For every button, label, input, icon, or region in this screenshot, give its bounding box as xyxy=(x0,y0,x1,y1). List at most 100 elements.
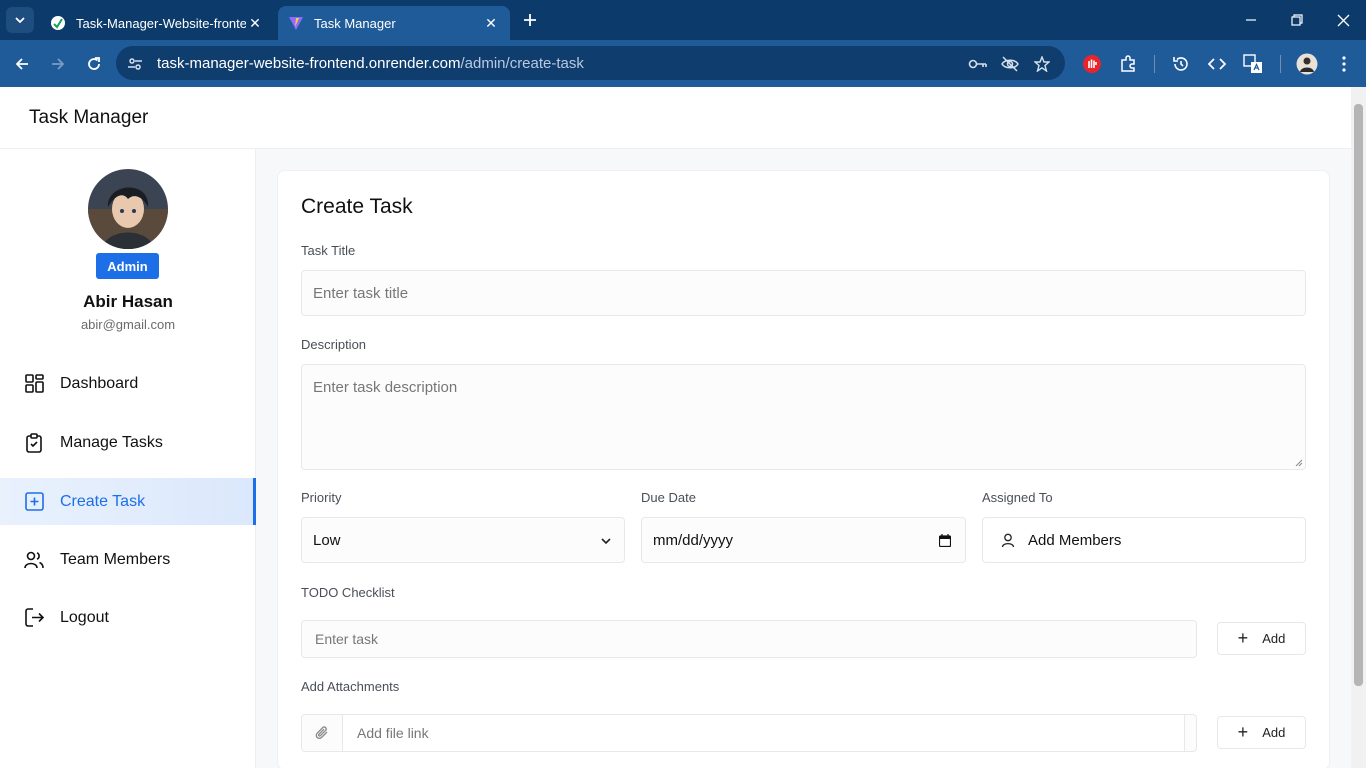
role-badge: Admin xyxy=(96,253,159,279)
chevron-down-icon xyxy=(15,17,25,24)
sidebar-item-label: Team Members xyxy=(60,550,171,568)
forward-button[interactable] xyxy=(45,51,71,77)
render-favicon-icon xyxy=(51,16,65,30)
due-date-input[interactable]: mm/dd/yyyy xyxy=(641,517,966,563)
attachment-field: Add file link xyxy=(301,714,1197,752)
user-name: Abir Hasan xyxy=(83,292,173,311)
attachment-link-input[interactable]: Add file link xyxy=(342,715,1185,751)
restore-button[interactable] xyxy=(1274,0,1320,40)
todo-input[interactable]: Enter task xyxy=(301,620,1197,658)
sidebar-item-team-members[interactable]: Team Members xyxy=(0,536,256,583)
toolbar-divider xyxy=(1280,55,1281,73)
url-path: /admin/create-task xyxy=(460,55,584,72)
plus-icon xyxy=(524,14,536,26)
user-email: abir@gmail.com xyxy=(80,317,176,332)
users-icon xyxy=(24,550,44,570)
priority-value: Low xyxy=(313,531,341,549)
square-plus-icon xyxy=(24,492,44,512)
close-icon[interactable]: ✕ xyxy=(482,15,500,32)
sidebar-item-label: Create Task xyxy=(60,492,146,510)
resize-handle-icon[interactable] xyxy=(1295,459,1303,467)
arrow-left-icon xyxy=(15,58,28,70)
priority-select[interactable]: Low xyxy=(301,517,625,563)
eye-off-icon[interactable] xyxy=(999,53,1021,75)
calendar-icon[interactable] xyxy=(939,534,951,547)
add-attachment-button[interactable]: + Add xyxy=(1217,716,1306,749)
sidebar-item-label: Dashboard xyxy=(60,374,139,392)
plus-icon: + xyxy=(1237,628,1249,648)
vite-favicon-icon xyxy=(289,17,303,30)
arrow-right-icon xyxy=(52,58,65,70)
app-title: Task Manager xyxy=(29,107,149,128)
browser-toolbar: task-manager-website-frontend.onrender.c… xyxy=(0,40,1366,87)
url-text: task-manager-website-frontend.onrender.c… xyxy=(157,55,584,72)
translate-icon[interactable] xyxy=(1241,52,1265,76)
priority-label: Priority xyxy=(301,490,342,505)
back-button[interactable] xyxy=(9,51,35,77)
user-icon xyxy=(1001,533,1015,547)
site-settings-icon[interactable] xyxy=(124,53,146,75)
sidebar-item-label: Logout xyxy=(60,608,109,626)
todo-placeholder: Enter task xyxy=(315,631,379,647)
restore-icon xyxy=(1291,14,1303,26)
sidebar-item-create-task[interactable]: Create Task xyxy=(0,478,256,525)
sidebar-item-dashboard[interactable]: Dashboard xyxy=(0,360,256,407)
browser-tab-bar: Task-Manager-Website-frontend ✕ Task Man… xyxy=(0,0,1366,40)
paperclip-icon xyxy=(302,725,342,741)
star-icon[interactable] xyxy=(1031,53,1053,75)
sidebar: Admin Abir Hasan abir@gmail.com Dashboar… xyxy=(0,149,256,768)
add-members-button[interactable]: Add Members xyxy=(982,517,1306,563)
add-todo-label: Add xyxy=(1262,631,1286,646)
reload-icon xyxy=(88,57,100,70)
attachment-placeholder: Add file link xyxy=(357,725,429,741)
close-window-button[interactable] xyxy=(1320,0,1366,40)
add-members-label: Add Members xyxy=(1028,531,1122,549)
sidebar-item-logout[interactable]: Logout xyxy=(0,594,256,641)
ext-hand-icon[interactable] xyxy=(1080,52,1104,76)
tab-search-button[interactable] xyxy=(6,7,34,33)
chevron-down-icon xyxy=(601,538,611,545)
reload-button[interactable] xyxy=(81,51,107,77)
task-title-label: Task Title xyxy=(301,243,356,258)
clipboard-check-icon xyxy=(24,432,44,453)
add-todo-button[interactable]: + Add xyxy=(1217,622,1306,655)
toolbar-divider xyxy=(1154,55,1155,73)
scrollbar-thumb[interactable] xyxy=(1354,104,1363,686)
due-date-label: Due Date xyxy=(641,490,696,505)
minimize-icon xyxy=(1246,19,1256,21)
task-title-placeholder: Enter task title xyxy=(313,284,409,302)
extensions-puzzle-icon[interactable] xyxy=(1116,52,1140,76)
address-bar[interactable]: task-manager-website-frontend.onrender.c… xyxy=(116,46,1065,80)
browser-tab-inactive[interactable]: Task-Manager-Website-frontend ✕ xyxy=(40,6,274,40)
password-key-icon[interactable] xyxy=(967,53,989,75)
history-icon[interactable] xyxy=(1169,52,1193,76)
task-title-input[interactable]: Enter task title xyxy=(301,270,1306,316)
add-attachment-label: Add xyxy=(1262,725,1286,740)
attachments-label: Add Attachments xyxy=(301,679,400,694)
description-label: Description xyxy=(301,337,367,352)
minimize-button[interactable] xyxy=(1228,0,1274,40)
dashboard-icon xyxy=(24,374,44,394)
url-host: task-manager-website-frontend.onrender.c… xyxy=(157,55,461,72)
sidebar-item-manage-tasks[interactable]: Manage Tasks xyxy=(0,419,256,466)
avatar xyxy=(88,169,168,249)
plus-icon: + xyxy=(1237,722,1249,742)
todo-checklist-label: TODO Checklist xyxy=(301,585,395,600)
close-icon xyxy=(1337,14,1349,26)
logout-icon xyxy=(24,608,44,628)
tab-title: Task Manager xyxy=(314,15,396,31)
assigned-to-label: Assigned To xyxy=(982,490,1053,505)
description-placeholder: Enter task description xyxy=(313,379,458,396)
page-title: Create Task xyxy=(301,195,413,218)
close-icon[interactable]: ✕ xyxy=(246,15,264,32)
due-date-value: mm/dd/yyyy xyxy=(653,531,734,549)
more-options-icon[interactable] xyxy=(1332,52,1356,76)
browser-tab-active[interactable]: Task Manager ✕ xyxy=(278,6,510,40)
code-icon[interactable] xyxy=(1205,52,1229,76)
description-textarea[interactable]: Enter task description xyxy=(301,364,1306,470)
tab-title: Task-Manager-Website-frontend xyxy=(76,15,246,31)
app-header: Task Manager xyxy=(0,87,1351,149)
sidebar-item-label: Manage Tasks xyxy=(60,433,163,451)
profile-avatar[interactable] xyxy=(1295,52,1319,76)
new-tab-button[interactable] xyxy=(518,8,542,32)
